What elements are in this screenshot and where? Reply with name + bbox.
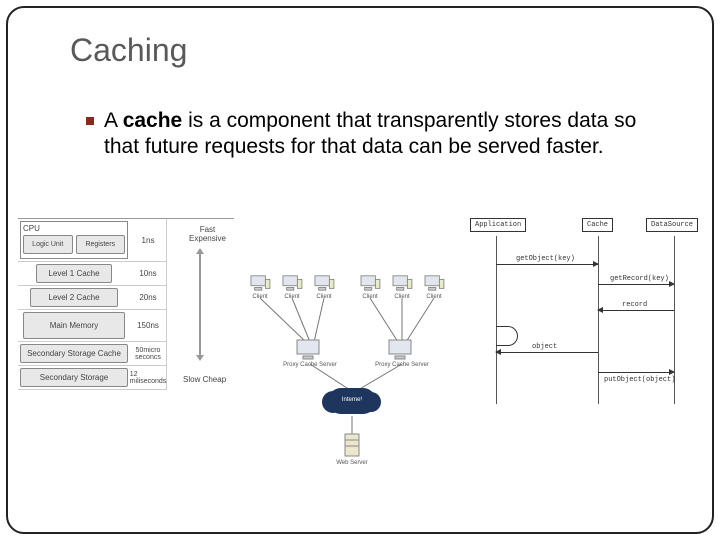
label-record: record [622,301,647,309]
actor-application: Application [470,218,526,232]
sec-storage: Secondary Storage [20,368,128,387]
label-getobject: getObject(key) [516,255,575,263]
time-3: 150ns [130,310,166,342]
sec-cache: Secondary Storage Cache [20,344,128,363]
arrow-object [496,352,598,353]
arrow-getobject [496,264,598,265]
time-1: 10ns [130,262,166,286]
cpu-logic-unit: Logic Unit [23,235,73,254]
client-label: Client [388,294,416,300]
cpu-registers: Registers [76,235,126,254]
memory-hierarchy-diagram: CPU Logic Unit Registers 1ns Fast Expens… [18,218,234,518]
time-0: 1ns [130,219,166,262]
web-server-label: Web Server [330,460,374,466]
actor-datasource: DataSource [646,218,698,232]
client-label: Client [278,294,306,300]
time-4: 50micro seconcs [130,342,166,366]
arrow-record [598,310,674,311]
proxy-topology-diagram: Client Client Client Client Client Clien… [242,218,462,518]
client-label: Client [356,294,384,300]
bullet-icon [86,117,94,125]
self-call-loop [496,326,518,346]
label-object: object [532,343,557,351]
l1-cache: Level 1 Cache [36,264,112,283]
speed-arrow-icon [199,253,201,356]
actor-cache: Cache [582,218,613,232]
bullet-rest: is a component that transparently stores… [104,109,636,158]
proxy2-label: Proxy Cache Server [374,362,430,368]
client-label: Client [420,294,448,300]
slide-frame: Caching A cache is a component that tran… [6,6,714,534]
speed-axis: Fast Expensive Slow Cheap [166,219,232,390]
slide-title: Caching [70,32,712,69]
slow-label: Slow Cheap [183,375,226,384]
fast-label: Fast Expensive [183,225,232,243]
label-putobject: putObject(object) [604,376,675,384]
time-2: 20ns [130,286,166,310]
bullet-prefix: A [104,109,123,132]
arrow-getrecord [598,284,674,285]
slide-body: A cache is a component that transparentl… [86,108,672,159]
proxy1-label: Proxy Cache Server [282,362,338,368]
bullet-row: A cache is a component that transparentl… [86,108,672,159]
bullet-text: A cache is a component that transparentl… [104,108,672,159]
diagram-area: CPU Logic Unit Registers 1ns Fast Expens… [18,218,702,518]
main-memory: Main Memory [23,312,125,339]
time-5: 12 miliseconds [130,366,166,390]
arrow-putobject [598,372,674,373]
client-label: Client [246,294,274,300]
sequence-diagram: Application Cache DataSource getObject(k… [470,218,708,518]
bullet-bold: cache [123,109,183,132]
cpu-label: CPU [23,224,125,233]
lifeline-app [496,236,497,404]
label-getrecord: getRecord(key) [610,275,669,283]
l2-cache: Level 2 Cache [30,288,119,307]
cloud-label: Internet [328,397,376,403]
client-label: Client [310,294,338,300]
internet-cloud-icon: Internet [328,388,376,414]
